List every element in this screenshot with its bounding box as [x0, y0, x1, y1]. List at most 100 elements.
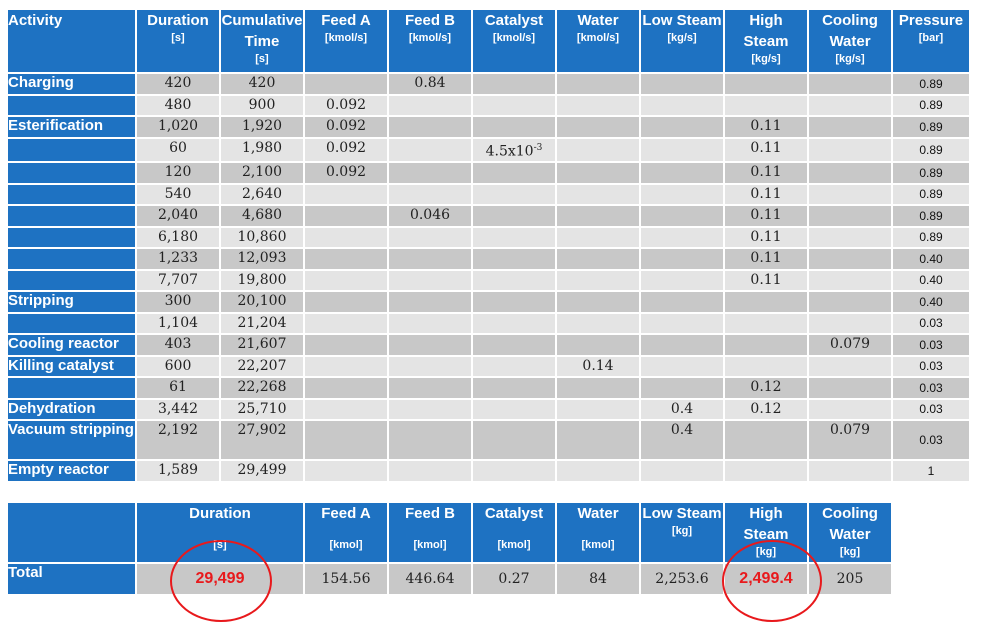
schedule-body: Charging 420 420 0.84 0.89 480 900 0.092 0.89 Est… [8, 74, 969, 481]
feed-a-cell [305, 206, 387, 226]
cooling-water-cell [809, 117, 891, 137]
feed-a-cell [305, 356, 387, 377]
feed-a-cell [305, 270, 387, 291]
cumulative-time-cell: 20,100 [221, 292, 303, 312]
cooling-water-cell [809, 138, 891, 162]
table-row: Vacuum stripping 2,192 27,902 0.4 0.079 0.03 [8, 421, 969, 460]
water-cell [557, 206, 639, 226]
pressure-cell: 0.89 [893, 138, 969, 162]
activity-cell: Killing catalyst [8, 356, 135, 377]
low-steam-cell [641, 184, 723, 205]
cumulative-time-cell: 12,093 [221, 249, 303, 269]
feed-a-cell: 0.092 [305, 163, 387, 183]
table-row: Killing catalyst 600 22,207 0.14 0.03 [8, 356, 969, 377]
water-cell [557, 117, 639, 137]
pressure-cell: 0.03 [893, 356, 969, 377]
catalyst-cell [473, 184, 555, 205]
activity-cell: Empty reactor [8, 461, 135, 481]
cumulative-time-cell: 10,860 [221, 227, 303, 248]
high-steam-cell: 0.11 [725, 138, 807, 162]
totals-header-water: Water [kmol] [557, 503, 639, 562]
col-header-water: Water [kmol/s] [557, 10, 639, 72]
water-cell [557, 184, 639, 205]
water-cell [557, 399, 639, 420]
cooling-water-cell [809, 313, 891, 334]
table-row: 120 2,100 0.092 0.11 0.89 [8, 163, 969, 183]
pressure-cell: 0.40 [893, 270, 969, 291]
duration-cell: 120 [137, 163, 219, 183]
duration-cell: 2,192 [137, 421, 219, 460]
low-steam-cell [641, 461, 723, 481]
total-water-value: 84 [557, 564, 639, 594]
water-cell [557, 378, 639, 398]
high-steam-cell [725, 74, 807, 94]
duration-cell: 1,233 [137, 249, 219, 269]
feed-b-cell [389, 138, 471, 162]
totals-header-feed-a: Feed A [kmol] [305, 503, 387, 562]
duration-cell: 2,040 [137, 206, 219, 226]
low-steam-cell [641, 117, 723, 137]
duration-cell: 1,589 [137, 461, 219, 481]
duration-cell: 3,442 [137, 399, 219, 420]
water-cell [557, 227, 639, 248]
process-schedule-table: Activity Duration [s] Cumulative Time [s] … [6, 8, 971, 483]
table-row: 540 2,640 0.11 0.89 [8, 184, 969, 205]
feed-b-cell [389, 313, 471, 334]
cooling-water-cell [809, 378, 891, 398]
low-steam-cell [641, 249, 723, 269]
water-cell: 0.14 [557, 356, 639, 377]
duration-cell: 420 [137, 74, 219, 94]
cooling-water-cell: 0.079 [809, 335, 891, 355]
activity-cell [8, 163, 135, 183]
table-row: Esterification 1,020 1,920 0.092 0.11 0.89 [8, 117, 969, 137]
catalyst-cell [473, 292, 555, 312]
table-row: 1,233 12,093 0.11 0.40 [8, 249, 969, 269]
totals-header-catalyst: Catalyst [kmol] [473, 503, 555, 562]
water-cell [557, 249, 639, 269]
low-steam-cell [641, 74, 723, 94]
duration-cell: 61 [137, 378, 219, 398]
pressure-cell: 0.03 [893, 313, 969, 334]
low-steam-cell [641, 270, 723, 291]
col-header-cooling-water: Cooling Water [kg/s] [809, 10, 891, 72]
activity-cell [8, 227, 135, 248]
table-row: Empty reactor 1,589 29,499 1 [8, 461, 969, 481]
pressure-cell: 0.40 [893, 249, 969, 269]
activity-cell: Vacuum stripping [8, 421, 135, 460]
low-steam-cell: 0.4 [641, 421, 723, 460]
catalyst-cell: 4.5x10-3 [473, 138, 555, 162]
water-cell [557, 313, 639, 334]
col-header-pressure: Pressure [bar] [893, 10, 969, 72]
feed-a-cell [305, 399, 387, 420]
pressure-cell: 0.89 [893, 184, 969, 205]
water-cell [557, 335, 639, 355]
feed-b-cell [389, 117, 471, 137]
pressure-cell: 0.89 [893, 117, 969, 137]
duration-cell: 1,020 [137, 117, 219, 137]
total-feed-b-value: 446.64 [389, 564, 471, 594]
water-cell [557, 292, 639, 312]
high-steam-cell: 0.11 [725, 163, 807, 183]
totals-header-low-steam: Low Steam [kg] [641, 503, 723, 562]
catalyst-cell [473, 249, 555, 269]
activity-cell [8, 206, 135, 226]
catalyst-cell [473, 461, 555, 481]
catalyst-cell [473, 399, 555, 420]
feed-b-cell [389, 461, 471, 481]
catalyst-cell [473, 117, 555, 137]
activity-cell [8, 184, 135, 205]
col-header-feed-a: Feed A [kmol/s] [305, 10, 387, 72]
table-row: 2,040 4,680 0.046 0.11 0.89 [8, 206, 969, 226]
cooling-water-cell [809, 163, 891, 183]
feed-a-cell: 0.092 [305, 117, 387, 137]
col-header-duration: Duration [s] [137, 10, 219, 72]
pressure-cell: 0.03 [893, 335, 969, 355]
activity-cell [8, 313, 135, 334]
feed-a-cell [305, 378, 387, 398]
cumulative-time-cell: 22,207 [221, 356, 303, 377]
activity-cell: Cooling reactor [8, 335, 135, 355]
feed-b-cell [389, 227, 471, 248]
activity-cell [8, 138, 135, 162]
pressure-cell: 0.03 [893, 378, 969, 398]
total-feed-a-value: 154.56 [305, 564, 387, 594]
